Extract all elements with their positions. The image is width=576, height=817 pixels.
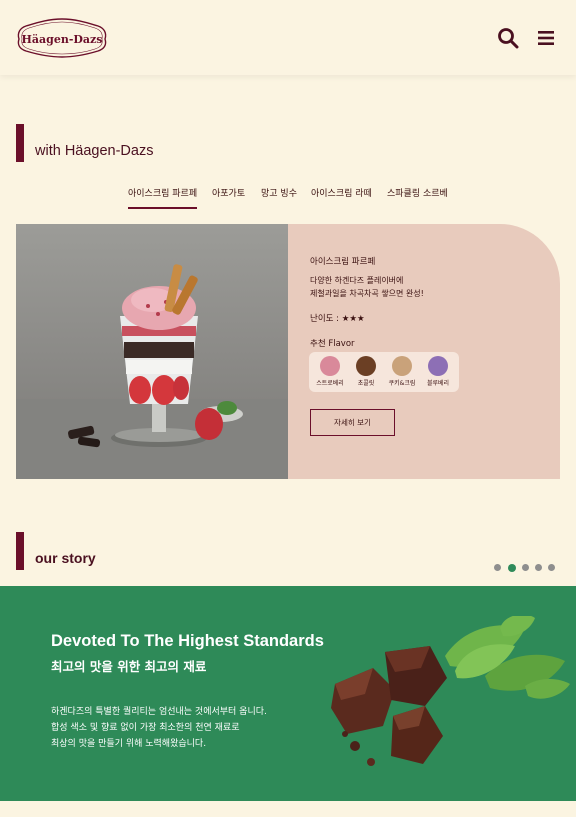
- section-title-story: our story: [35, 550, 96, 566]
- hamburger-menu-icon[interactable]: [536, 27, 558, 49]
- haagen-dazs-logo[interactable]: Häagen-Dazs: [16, 16, 108, 60]
- tab-affogato[interactable]: 아포가토: [212, 186, 245, 199]
- difficulty-level: 난이도 : ★★★: [310, 314, 365, 324]
- parfait-photo: [16, 224, 288, 479]
- flavor-name: 쿠키&크림: [388, 380, 416, 387]
- section-accent-bar: [16, 532, 24, 570]
- flavor-name: 블루베리: [426, 380, 450, 387]
- blueberry-scoop-icon: [428, 356, 448, 376]
- chocolate-scoop-icon: [356, 356, 376, 376]
- logo-wordmark: Häagen-Dazs: [21, 33, 102, 46]
- flavor-name: 스트로베리: [316, 380, 344, 387]
- story-headline-ko: 최고의 맛을 위한 최고의 재료: [51, 659, 207, 674]
- recipe-tabs: 아이스크림 파르페 아포가토 망고 빙수 아이스크림 라떼 스파클링 소르베: [0, 186, 576, 210]
- recommended-flavor-label: 추천 Flavor: [310, 339, 355, 349]
- story-body-line: 하겐다즈의 특별한 퀄리티는 엄선내는 것에서부터 옵니다.: [51, 707, 267, 717]
- parfait-illustration: [16, 264, 288, 479]
- chocolate-mint-illustration: [331, 616, 570, 766]
- recipe-description-line: 다양한 하겐다즈 플레이버에: [310, 276, 404, 285]
- tab-mango-bingsu[interactable]: 망고 빙수: [261, 186, 297, 199]
- flavor-chocolate[interactable]: 초콜릿: [349, 356, 383, 387]
- carousel-dot-active[interactable]: [507, 563, 516, 572]
- flavor-blueberry[interactable]: 블루베리: [421, 356, 455, 387]
- story-headline-en: Devoted To The Highest Standards: [51, 632, 324, 650]
- story-body-line: 최상의 맛을 만들기 위해 노력해왔습니다.: [51, 739, 207, 749]
- carousel-dot[interactable]: [548, 564, 555, 571]
- story-banner[interactable]: Devoted To The Highest Standards 최고의 맛을 …: [0, 586, 576, 801]
- tab-sparkling-sorbet[interactable]: 스파클링 소르베: [387, 186, 448, 199]
- search-icon[interactable]: [497, 27, 519, 49]
- flavor-list: 스트로베리 초콜릿 쿠키&크림 블루베리: [309, 352, 459, 392]
- tab-parfait[interactable]: 아이스크림 파르페: [128, 186, 198, 209]
- story-body-line: 합성 색소 및 향료 없이 가장 최소한의 천연 재료로: [51, 723, 240, 733]
- recipe-description-line: 제철과일을 차곡차곡 쌓으면 완성!: [310, 289, 424, 298]
- carousel-dot[interactable]: [494, 564, 501, 571]
- carousel-dot[interactable]: [535, 564, 542, 571]
- carousel-dot[interactable]: [522, 564, 529, 571]
- view-details-button[interactable]: 자세히 보기: [310, 409, 395, 436]
- site-header: Häagen-Dazs: [0, 0, 576, 75]
- flavor-cookies-cream[interactable]: 쿠키&크림: [385, 356, 419, 387]
- recipe-card: 아이스크림 파르페 다양한 하겐다즈 플레이버에 제철과일을 차곡차곡 쌓으면 …: [16, 224, 560, 479]
- story-body: 하겐다즈의 특별한 퀄리티는 엄선내는 것에서부터 옵니다. 합성 색소 및 향…: [51, 704, 267, 752]
- strawberry-scoop-icon: [320, 356, 340, 376]
- section-title-with: with Häagen-Dazs: [35, 143, 154, 159]
- flavor-name: 초콜릿: [357, 380, 375, 387]
- recipe-title: 아이스크림 파르페: [310, 257, 376, 267]
- recipe-info-panel: 아이스크림 파르페 다양한 하겐다즈 플레이버에 제철과일을 차곡차곡 쌓으면 …: [288, 224, 560, 479]
- flavor-strawberry[interactable]: 스트로베리: [313, 356, 347, 387]
- cookies-cream-scoop-icon: [392, 356, 412, 376]
- recipe-description: 다양한 하겐다즈 플레이버에 제철과일을 차곡차곡 쌓으면 완성!: [310, 274, 510, 300]
- tab-icecream-latte[interactable]: 아이스크림 라떼: [311, 186, 372, 199]
- section-accent-bar: [16, 124, 24, 162]
